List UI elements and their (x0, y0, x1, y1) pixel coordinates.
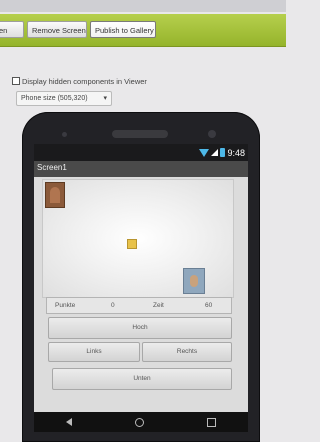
door-sprite[interactable] (45, 182, 65, 208)
battery-icon (220, 148, 226, 157)
ball-sprite[interactable] (127, 239, 137, 249)
game-canvas[interactable] (42, 179, 234, 298)
remove-screen-button[interactable]: Remove Screen (27, 21, 87, 38)
status-bar: 9:48 (34, 144, 248, 161)
phone-size-value: Phone size (505,320) (21, 95, 88, 102)
hidden-components-option[interactable]: Display hidden components in Viewer (12, 75, 147, 87)
photo-background (0, 0, 286, 12)
hidden-components-checkbox[interactable] (12, 77, 20, 85)
wifi-icon (199, 148, 210, 157)
chevron-down-icon: ▾ (103, 95, 107, 102)
designer-toolbar: en Remove Screen Publish to Gallery (0, 14, 286, 47)
zeit-label: Zeit (153, 302, 164, 309)
android-nav-bar (34, 412, 248, 432)
phone-screen: 9:48 Screen1 Punkte 0 Zeit 60 Hoch Links… (34, 144, 248, 432)
recent-apps-icon[interactable] (207, 417, 217, 427)
character-sprite[interactable] (183, 268, 205, 294)
back-icon[interactable] (65, 418, 72, 426)
score-row: Punkte 0 Zeit 60 (46, 297, 232, 314)
zeit-value: 60 (205, 302, 213, 309)
phone-preview: 9:48 Screen1 Punkte 0 Zeit 60 Hoch Links… (22, 112, 260, 442)
punkte-value: 0 (111, 302, 115, 309)
front-camera (62, 132, 67, 137)
signal-icon (211, 149, 219, 156)
publish-to-gallery-button[interactable]: Publish to Gallery (90, 21, 156, 38)
screen-title-bar: Screen1 (34, 161, 248, 177)
earpiece-speaker (112, 130, 168, 138)
punkte-label: Punkte (55, 302, 76, 309)
phone-size-select[interactable]: Phone size (505,320) ▾ (16, 91, 112, 106)
up-button[interactable]: Hoch (48, 317, 232, 339)
hidden-components-label: Display hidden components in Viewer (22, 76, 147, 86)
right-button[interactable]: Rechts (142, 342, 232, 362)
proximity-sensor (208, 130, 216, 138)
status-clock: 9:48 (227, 147, 245, 158)
left-button[interactable]: Links (48, 342, 140, 362)
screen-title: Screen1 (37, 163, 67, 172)
home-icon[interactable] (134, 417, 144, 427)
down-button[interactable]: Unten (52, 368, 232, 390)
truncated-button[interactable]: en (0, 21, 24, 38)
